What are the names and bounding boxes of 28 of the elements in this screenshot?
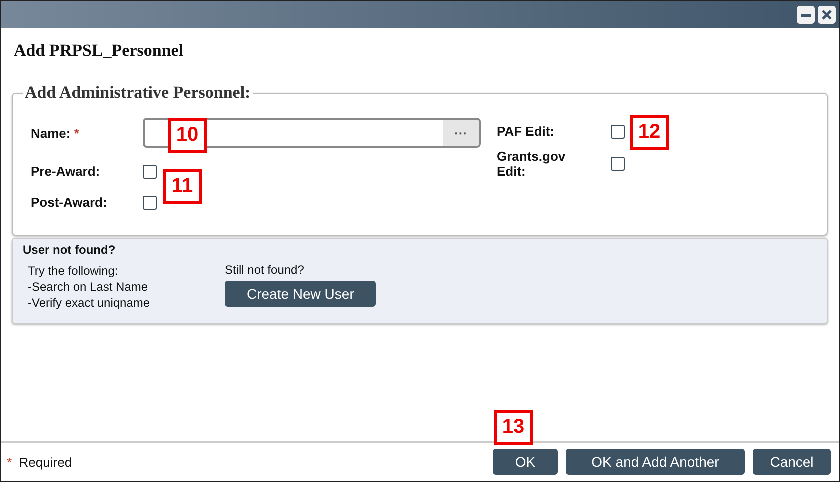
field-label: Name: * xyxy=(31,126,80,140)
help-text: Try the following: xyxy=(28,263,120,279)
minimize-icon[interactable] xyxy=(797,6,815,24)
callout-number: 11 xyxy=(163,169,202,204)
create-user-button[interactable]: Create New User xyxy=(225,281,376,307)
help-text: Still not found? xyxy=(225,263,306,277)
checkbox-label: PAF Edit: xyxy=(497,124,556,139)
checkbox[interactable] xyxy=(143,196,157,210)
close-icon[interactable] xyxy=(818,6,836,24)
dialog-button[interactable]: Cancel xyxy=(753,449,831,475)
checkbox[interactable] xyxy=(611,157,625,171)
callout-number: 13 xyxy=(494,410,533,445)
checkbox-label: Post-Award: xyxy=(31,195,108,210)
dialog-button[interactable]: OK and Add Another xyxy=(566,449,745,475)
lookup-button[interactable]: ··· xyxy=(443,120,479,146)
section-legend: Add Administrative Personnel: xyxy=(23,83,253,103)
dialog-button[interactable]: OK xyxy=(493,449,558,475)
required-note: * Required xyxy=(7,454,72,470)
help-heading: User not found? xyxy=(23,243,117,257)
callout-number: 12 xyxy=(630,115,669,150)
help-text: -Search on Last Name xyxy=(28,279,150,295)
checkbox[interactable] xyxy=(611,124,625,138)
callout-number: 10 xyxy=(168,118,207,153)
checkbox[interactable] xyxy=(143,164,157,178)
help-text: -Verify exact uniqname xyxy=(28,295,152,311)
checkbox-label: Grants.gov Edit: xyxy=(497,149,567,179)
dialog-title: Add PRPSL_Personnel xyxy=(14,41,185,61)
checkbox-label: Pre-Award: xyxy=(31,164,102,179)
